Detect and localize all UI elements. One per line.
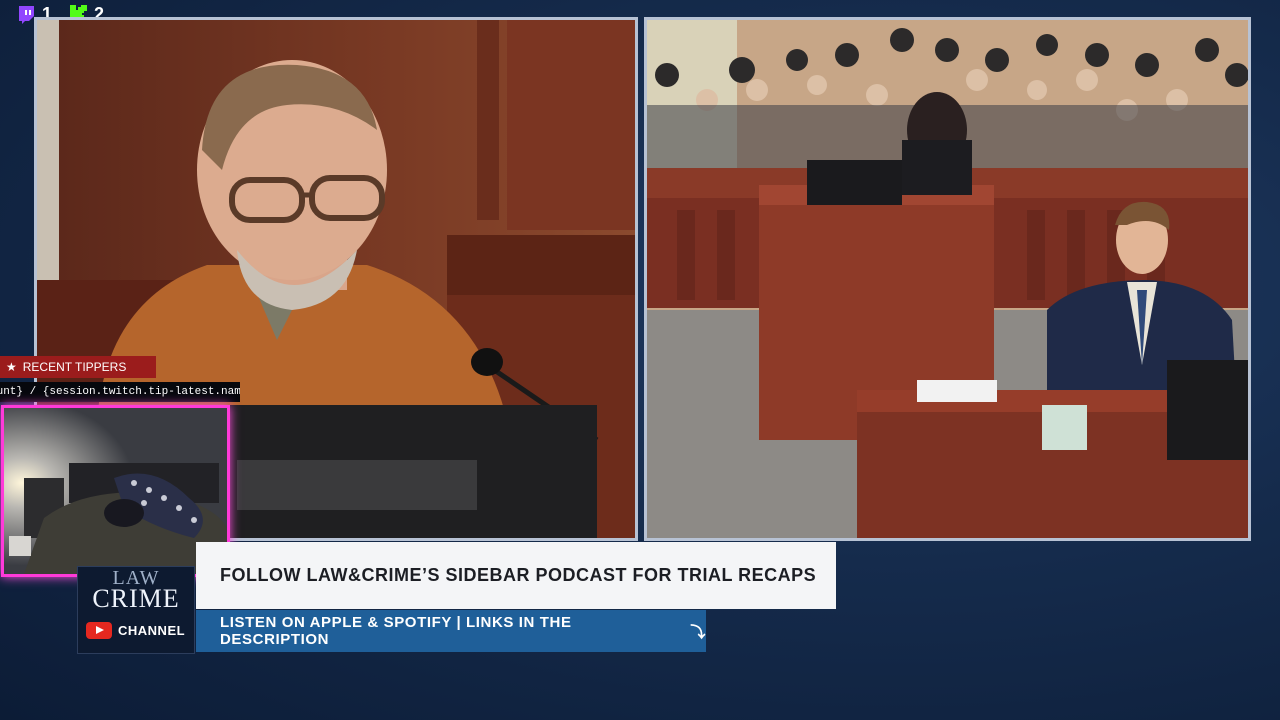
youtube-icon (86, 622, 112, 639)
tip-ticker: ount} / {session.twitch.tip-latest.name}… (0, 382, 240, 402)
listen-banner: LISTEN ON APPLE & SPOTIFY | LINKS IN THE… (196, 610, 706, 652)
courtroom-gallery-video (647, 20, 1248, 538)
podcast-headline: FOLLOW LAW&CRIME’S SIDEBAR PODCAST FOR T… (220, 565, 817, 585)
webcam-bedroom-video (4, 408, 227, 574)
youtube-channel-row: CHANNEL (86, 622, 185, 639)
podcast-banner: FOLLOW LAW&CRIME’S SIDEBAR PODCAST FOR T… (196, 542, 836, 609)
arrow-down-turn-icon: ⤵ (690, 623, 706, 641)
listen-subline: LISTEN ON APPLE & SPOTIFY | LINKS IN THE… (220, 614, 572, 648)
ticker-text: ount} / {session.twitch.tip-latest.name}… (0, 386, 240, 398)
star-icon: ★ (6, 360, 17, 374)
recent-tippers-label: RECENT TIPPERS (22, 360, 127, 374)
channel-label: CHANNEL (118, 623, 186, 638)
logo-line-crime: CRIME (92, 584, 180, 613)
courtroom-video (644, 17, 1251, 541)
law-crime-logo: LAW CRIME CHANNEL (77, 566, 195, 654)
twitch-icon (19, 6, 34, 24)
recent-tippers-bar: ★ RECENT TIPPERS (0, 356, 156, 378)
